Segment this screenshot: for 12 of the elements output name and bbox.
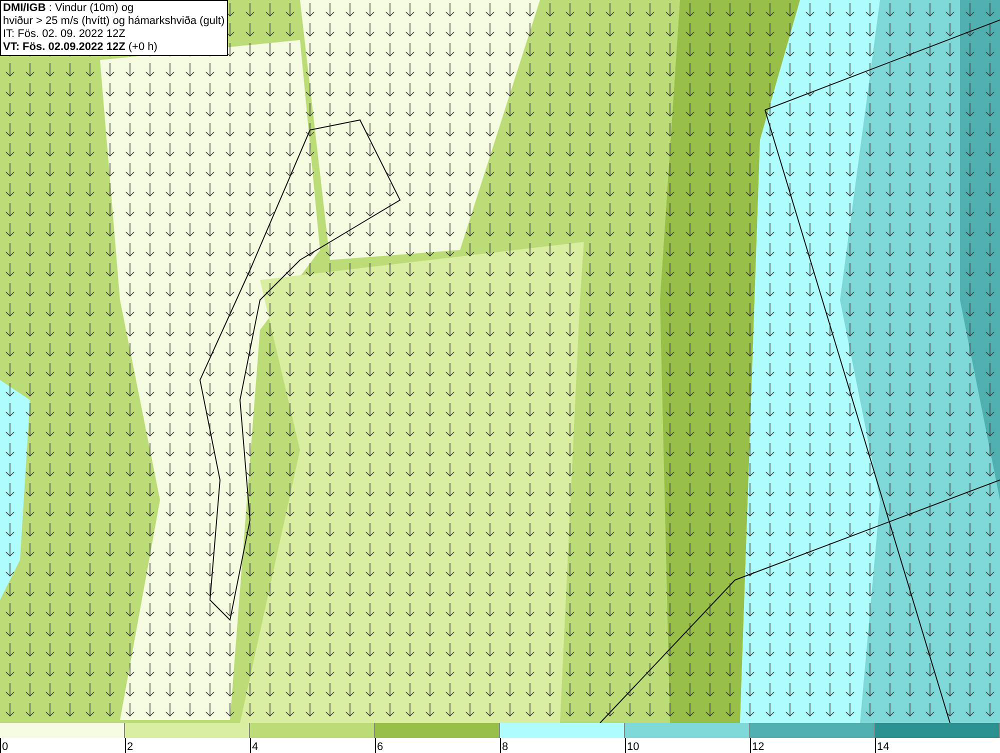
legend-label: 8: [501, 741, 508, 753]
info-text: hviður > 25 m/s (hvítt) og hámarkshviða (gult): [3, 15, 225, 28]
info-text: DMI/IGB : Vindur (10m) og: [3, 2, 135, 15]
legend-label: 4: [251, 741, 258, 753]
legend-label: 0: [1, 741, 8, 753]
info-text: IT: Fös. 02. 09. 2022 12Z: [3, 28, 126, 41]
legend-label: 6: [376, 741, 384, 753]
info-text: VT: Fös. 02.09.2022 12Z (+0 h): [3, 41, 158, 54]
legend-label: 2: [126, 741, 134, 753]
legend-label: 14: [876, 741, 890, 753]
legend-label: 12: [751, 741, 764, 753]
legend-label: 10: [626, 741, 640, 753]
